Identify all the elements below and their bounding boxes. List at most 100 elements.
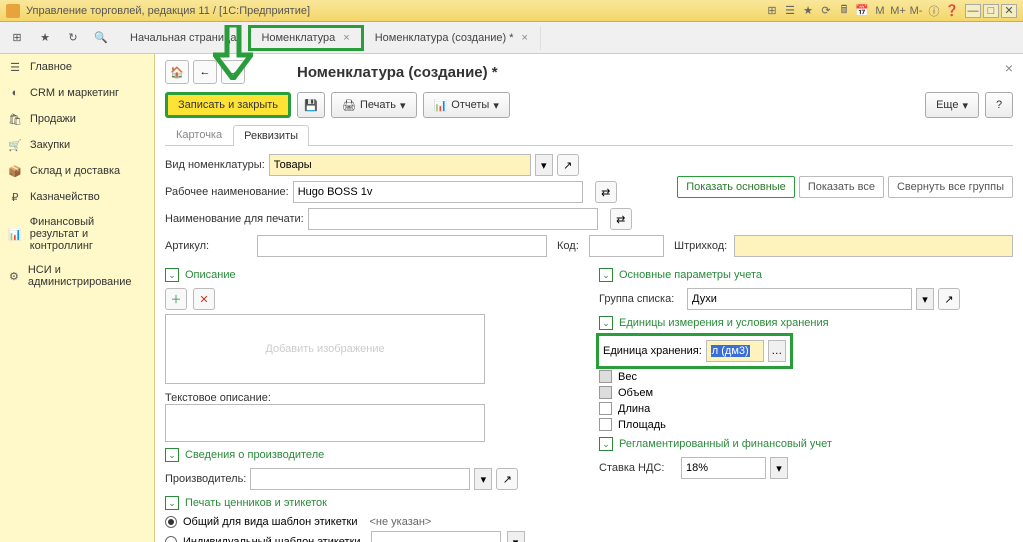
m-minus-label[interactable]: М- xyxy=(909,4,923,18)
page-close-button[interactable]: × xyxy=(1005,60,1013,76)
copy-name-button[interactable]: ⇄ xyxy=(595,181,617,203)
sidebar: ☰Главное ◐CRM и маркетинг 🛍Продажи 🛒Заку… xyxy=(0,54,155,542)
storage-unit-more-button[interactable]: … xyxy=(768,340,786,362)
group-list-open-button[interactable]: ↗ xyxy=(938,288,960,310)
group-list-dropdown[interactable]: ▾ xyxy=(916,288,934,310)
type-open-button[interactable]: ↗ xyxy=(557,154,579,176)
print-button[interactable]: 🖨 Печать ▾ xyxy=(331,92,417,118)
section-description[interactable]: ⌄ Описание xyxy=(165,268,579,282)
tool-icon-2[interactable]: ☰ xyxy=(783,4,797,18)
common-template-label: Общий для вида шаблон этикетки xyxy=(183,516,357,528)
add-image-button[interactable]: ＋ xyxy=(165,288,187,310)
tool-icon-1[interactable]: ⊞ xyxy=(765,4,779,18)
subtab-card[interactable]: Карточка xyxy=(165,124,233,145)
manufacturer-dropdown[interactable]: ▾ xyxy=(474,468,492,490)
chart-icon: 📊 xyxy=(8,227,22,241)
toolbar: Записать и закрыть 💾 🖨 Печать ▾ 📊 Отчеты… xyxy=(165,92,1013,118)
code-field[interactable] xyxy=(589,235,664,257)
sidebar-item-warehouse[interactable]: 📦Склад и доставка xyxy=(0,158,154,184)
individual-template-radio[interactable] xyxy=(165,536,177,542)
volume-checkbox[interactable] xyxy=(599,386,612,399)
save-button[interactable]: 💾 xyxy=(297,92,325,118)
tab-nomenclature-create[interactable]: Номенклатура (создание) *× xyxy=(363,26,541,50)
section-tags-printing[interactable]: ⌄ Печать ценников и этикеток xyxy=(165,496,579,510)
text-desc-field[interactable] xyxy=(165,404,485,442)
storage-unit-field[interactable]: л (дм3) xyxy=(706,340,764,362)
tool-icon-5[interactable]: 🖩 xyxy=(837,4,851,18)
barcode-field[interactable] xyxy=(734,235,1013,257)
type-dropdown-button[interactable]: ▾ xyxy=(535,154,553,176)
m-label[interactable]: М xyxy=(873,4,887,18)
sidebar-item-crm[interactable]: ◐CRM и маркетинг xyxy=(0,80,154,106)
individual-template-field[interactable] xyxy=(371,531,501,542)
nav-fwd-button[interactable]: → xyxy=(221,60,245,84)
tab-close-icon[interactable]: × xyxy=(343,32,349,44)
delete-image-button[interactable]: ✕ xyxy=(193,288,215,310)
vat-dropdown[interactable]: ▾ xyxy=(770,457,788,479)
section-accounting[interactable]: ⌄ Основные параметры учета xyxy=(599,268,1013,282)
minimize-button[interactable]: — xyxy=(965,4,981,18)
text-desc-label: Текстовое описание: xyxy=(165,392,579,404)
individual-template-dropdown[interactable]: ▾ xyxy=(507,531,525,542)
section-regulated[interactable]: ⌄ Регламентированный и финансовый учет xyxy=(599,437,1013,451)
collapse-icon: ⌄ xyxy=(599,437,613,451)
manufacturer-open-button[interactable]: ↗ xyxy=(496,468,518,490)
tool-icon-6[interactable]: 📅 xyxy=(855,4,869,18)
group-list-field[interactable] xyxy=(687,288,912,310)
manufacturer-field[interactable] xyxy=(250,468,470,490)
favorite-icon[interactable]: ★ xyxy=(34,27,56,49)
weight-checkbox[interactable] xyxy=(599,370,612,383)
common-template-radio[interactable] xyxy=(165,516,177,528)
show-main-button[interactable]: Показать основные xyxy=(677,176,795,198)
sidebar-item-purchases[interactable]: 🛒Закупки xyxy=(0,132,154,158)
working-name-field[interactable] xyxy=(293,181,583,203)
group-list-label: Группа списка: xyxy=(599,293,683,305)
vat-field[interactable] xyxy=(681,457,766,479)
help-button[interactable]: ? xyxy=(985,92,1013,118)
m-plus-label[interactable]: М+ xyxy=(891,4,905,18)
barcode-label: Штрихкод: xyxy=(674,240,730,252)
manufacturer-label: Производитель: xyxy=(165,473,246,485)
collapse-icon: ⌄ xyxy=(165,496,179,510)
history-icon[interactable]: ↻ xyxy=(62,27,84,49)
show-all-button[interactable]: Показать все xyxy=(799,176,884,198)
tab-home[interactable]: Начальная страница xyxy=(118,26,249,50)
article-field[interactable] xyxy=(257,235,547,257)
search-icon[interactable]: 🔍 xyxy=(90,27,112,49)
nav-back-button[interactable]: ← xyxy=(193,60,217,84)
more-button[interactable]: Еще ▾ xyxy=(925,92,979,118)
print-name-field[interactable] xyxy=(308,208,598,230)
back-button[interactable]: 🏠 xyxy=(165,60,189,84)
length-checkbox[interactable] xyxy=(599,402,612,415)
tab-close-icon[interactable]: × xyxy=(522,32,528,44)
collapse-icon: ⌄ xyxy=(165,268,179,282)
copy-print-name-button[interactable]: ⇄ xyxy=(610,208,632,230)
close-button[interactable]: ✕ xyxy=(1001,4,1017,18)
print-name-label: Наименование для печати: xyxy=(165,213,304,225)
area-checkbox[interactable] xyxy=(599,418,612,431)
save-close-button[interactable]: Записать и закрыть xyxy=(165,92,291,118)
subtab-details[interactable]: Реквизиты xyxy=(233,125,309,146)
sidebar-item-nsi[interactable]: ⚙НСИ и администрирование xyxy=(0,258,154,294)
reports-button[interactable]: 📊 Отчеты ▾ xyxy=(423,92,510,118)
help-icon[interactable]: ⓘ xyxy=(927,4,941,18)
tab-nomenclature[interactable]: Номенклатура× xyxy=(249,26,362,50)
sidebar-item-finance[interactable]: 📊Финансовый результат и контроллинг xyxy=(0,210,154,258)
sidebar-toggle[interactable]: ☰Главное xyxy=(0,54,154,80)
help-icon-2[interactable]: ❓ xyxy=(945,4,959,18)
sales-icon: 🛍 xyxy=(8,112,22,126)
tool-icon-4[interactable]: ⟳ xyxy=(819,4,833,18)
type-field[interactable] xyxy=(269,154,531,176)
section-units-storage[interactable]: ⌄ Единицы измерения и условия хранения xyxy=(599,316,1013,330)
storage-unit-label: Единица хранения: xyxy=(603,345,702,357)
image-placeholder[interactable]: Добавить изображение xyxy=(165,314,485,384)
gear-icon: ⚙ xyxy=(8,269,20,283)
apps-icon[interactable]: ⊞ xyxy=(6,27,28,49)
sidebar-item-sales[interactable]: 🛍Продажи xyxy=(0,106,154,132)
tool-icon-3[interactable]: ★ xyxy=(801,4,815,18)
collapse-icon: ⌄ xyxy=(599,268,613,282)
collapse-all-button[interactable]: Свернуть все группы xyxy=(888,176,1013,198)
sidebar-item-treasury[interactable]: ₽Казначейство xyxy=(0,184,154,210)
maximize-button[interactable]: □ xyxy=(983,4,999,18)
section-manufacturer[interactable]: ⌄ Сведения о производителе xyxy=(165,448,579,462)
